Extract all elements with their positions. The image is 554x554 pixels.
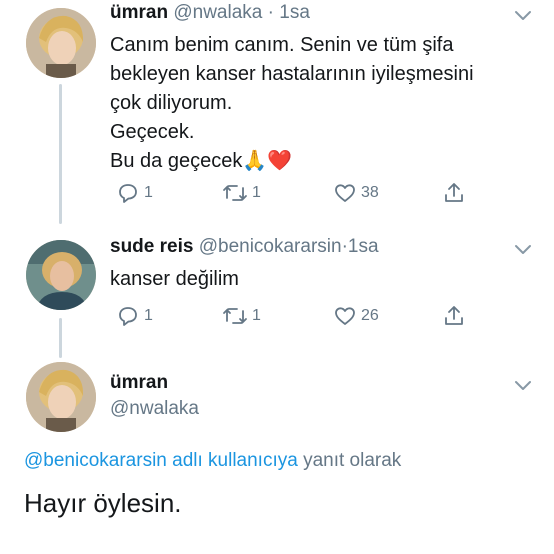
tweet-text: kanser değilim <box>110 265 239 294</box>
retweet-icon <box>223 185 247 201</box>
like-count: 26 <box>361 307 379 324</box>
display-name[interactable]: ümran <box>110 372 168 393</box>
reply-context-suffix: yanıt olarak <box>297 450 402 471</box>
like-icon <box>335 184 355 202</box>
timestamp[interactable]: 1sa <box>348 236 379 257</box>
like-button[interactable]: 26 <box>333 304 379 328</box>
reply-button[interactable]: 1 <box>116 304 153 328</box>
reply-context: @benicokararsin adlı kullanıcıya yanıt o… <box>24 450 401 472</box>
user-handle[interactable]: @nwalaka <box>110 398 199 419</box>
chevron-down-icon[interactable] <box>512 238 534 260</box>
thread-line <box>59 84 62 224</box>
main-tweet-text: Hayır öylesin. <box>24 488 182 518</box>
retweet-button[interactable]: 1 <box>222 181 261 205</box>
share-icon <box>445 183 463 202</box>
tweet-header: ümran @nwalaka · 1sa <box>110 2 310 24</box>
share-icon <box>445 306 463 325</box>
text-line: kanser değilim <box>110 268 239 290</box>
reply-count: 1 <box>144 307 153 324</box>
user-handle[interactable]: @benicokararsin <box>199 236 342 257</box>
text-line: Geçecek. <box>110 121 195 143</box>
text-line-content: Bu da geçecek <box>110 150 243 172</box>
avatar[interactable] <box>26 362 96 432</box>
tweet-text: Canım benim canım. Senin ve tüm şifa bek… <box>110 31 474 176</box>
share-button[interactable] <box>441 180 467 206</box>
share-button[interactable] <box>441 303 467 329</box>
avatar[interactable] <box>26 8 96 78</box>
reply-to-link[interactable]: @benicokararsin adlı kullanıcıya <box>24 450 298 471</box>
like-button[interactable]: 38 <box>333 181 379 205</box>
text-line: çok diliyorum. <box>110 92 233 114</box>
reply-button[interactable]: 1 <box>116 181 153 205</box>
separator-dot: · <box>267 2 274 23</box>
chevron-down-icon[interactable] <box>512 374 534 396</box>
avatar[interactable] <box>26 240 96 310</box>
retweet-count: 1 <box>252 307 261 324</box>
thread-line <box>59 318 62 358</box>
timestamp[interactable]: 1sa <box>279 2 310 23</box>
reply-icon <box>119 184 137 203</box>
text-line: bekleyen kanser hastalarının iyileşmesin… <box>110 63 474 85</box>
retweet-button[interactable]: 1 <box>222 304 261 328</box>
emoji: 🙏❤️ <box>242 150 293 172</box>
tweet-header: sude reis @benicokararsin·1sa <box>110 236 379 258</box>
like-count: 38 <box>361 184 379 201</box>
text-line: Canım benim canım. Senin ve tüm şifa <box>110 34 454 56</box>
main-tweet-handle[interactable]: @nwalaka <box>110 398 199 420</box>
display-name[interactable]: sude reis <box>110 236 193 257</box>
retweet-icon <box>223 308 247 324</box>
chevron-down-icon[interactable] <box>512 4 534 26</box>
retweet-count: 1 <box>252 184 261 201</box>
user-handle[interactable]: @nwalaka <box>173 2 262 23</box>
reply-count: 1 <box>144 184 153 201</box>
display-name[interactable]: ümran <box>110 2 168 23</box>
like-icon <box>335 307 355 325</box>
main-tweet-name[interactable]: ümran <box>110 372 168 394</box>
text-line: Bu da geçecek🙏❤️ <box>110 147 474 176</box>
reply-icon <box>119 307 137 326</box>
